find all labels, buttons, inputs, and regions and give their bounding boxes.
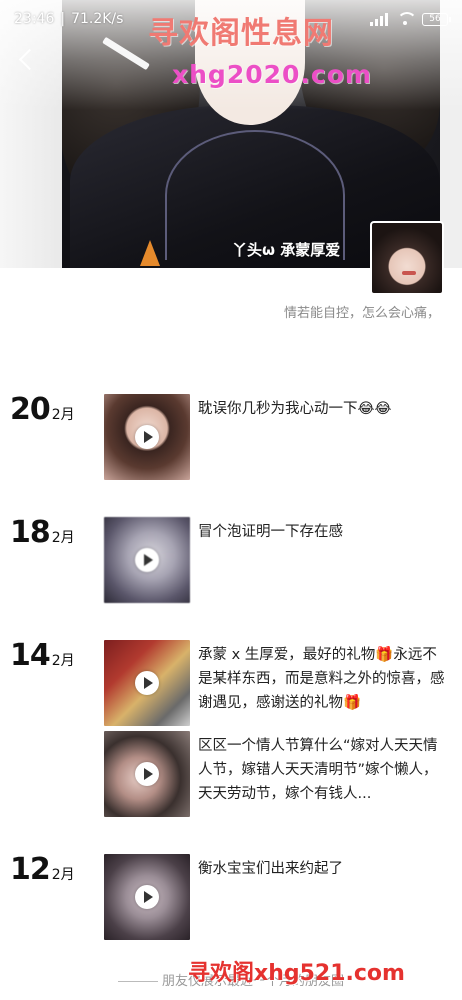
- post-text: 冒个泡证明一下存在感: [198, 524, 343, 540]
- cover-flame: [140, 240, 160, 266]
- date-day: 14: [10, 638, 51, 673]
- moment-post[interactable]: 承蒙 x 生厚爱，最好的礼物🎁永远不是某样东西，而是意料之外的惊喜，感谢遇见，感…: [104, 640, 445, 726]
- play-icon[interactable]: [135, 425, 159, 449]
- post-date: 18 2月: [10, 515, 75, 550]
- status-time: 23:46: [14, 11, 55, 27]
- play-icon[interactable]: [135, 671, 159, 695]
- avatar[interactable]: [370, 221, 444, 295]
- moment-post[interactable]: 区区一个情人节算什么“嫁对人天天情人节，嫁错人天天清明节”嫁个懒人，天天劳动节，…: [104, 731, 444, 817]
- video-thumbnail[interactable]: [104, 854, 190, 940]
- video-thumbnail[interactable]: [104, 517, 190, 603]
- status-net-speed: 71.2K/s: [71, 11, 124, 27]
- status-separator: |: [60, 11, 66, 27]
- post-text: 承蒙 x 生厚爱，最好的礼物🎁永远不是某样东西，而是意料之外的惊喜，感谢遇见，感…: [198, 647, 445, 711]
- post-text: 耽误你几秒为我心动一下😂😂: [198, 401, 392, 417]
- play-icon[interactable]: [135, 762, 159, 786]
- post-date: 14 2月: [10, 638, 75, 673]
- date-month: 2月: [51, 653, 75, 669]
- footer-divider: [117, 981, 158, 982]
- post-date: 12 2月: [10, 852, 75, 887]
- moment-post[interactable]: 耽误你几秒为我心动一下😂😂: [104, 394, 444, 480]
- profile-signature: 情若能自控，怎么会心痛，: [283, 306, 440, 321]
- moment-post[interactable]: 衡水宝宝们出来约起了: [104, 854, 444, 940]
- date-month: 2月: [51, 407, 75, 423]
- play-icon[interactable]: [135, 548, 159, 572]
- watermark-bottom: 寻欢阁xhg521.com: [188, 961, 405, 986]
- date-day: 18: [10, 515, 51, 550]
- post-date: 20 2月: [10, 392, 75, 427]
- profile-name: 丫头ω 承蒙厚爱: [232, 241, 341, 259]
- date-day: 20: [10, 392, 51, 427]
- video-thumbnail[interactable]: [104, 640, 190, 726]
- date-day: 12: [10, 852, 51, 887]
- date-month: 2月: [51, 530, 75, 546]
- post-text: 衡水宝宝们出来约起了: [198, 861, 343, 877]
- post-text: 区区一个情人节算什么“嫁对人天天情人节，嫁错人天天清明节”嫁个懒人，天天劳动节，…: [198, 738, 438, 802]
- signal-icon: [370, 12, 388, 26]
- video-thumbnail[interactable]: [104, 731, 190, 817]
- date-month: 2月: [51, 867, 75, 883]
- watermark-title: 寻欢阁性息网: [148, 16, 334, 51]
- wifi-icon: [396, 12, 417, 26]
- battery-icon: 56: [422, 12, 451, 26]
- moment-post[interactable]: 冒个泡证明一下存在感: [104, 517, 444, 603]
- play-icon[interactable]: [135, 885, 159, 909]
- back-icon[interactable]: [14, 48, 38, 72]
- watermark-url: xhg2020.com: [172, 60, 372, 89]
- video-thumbnail[interactable]: [104, 394, 190, 480]
